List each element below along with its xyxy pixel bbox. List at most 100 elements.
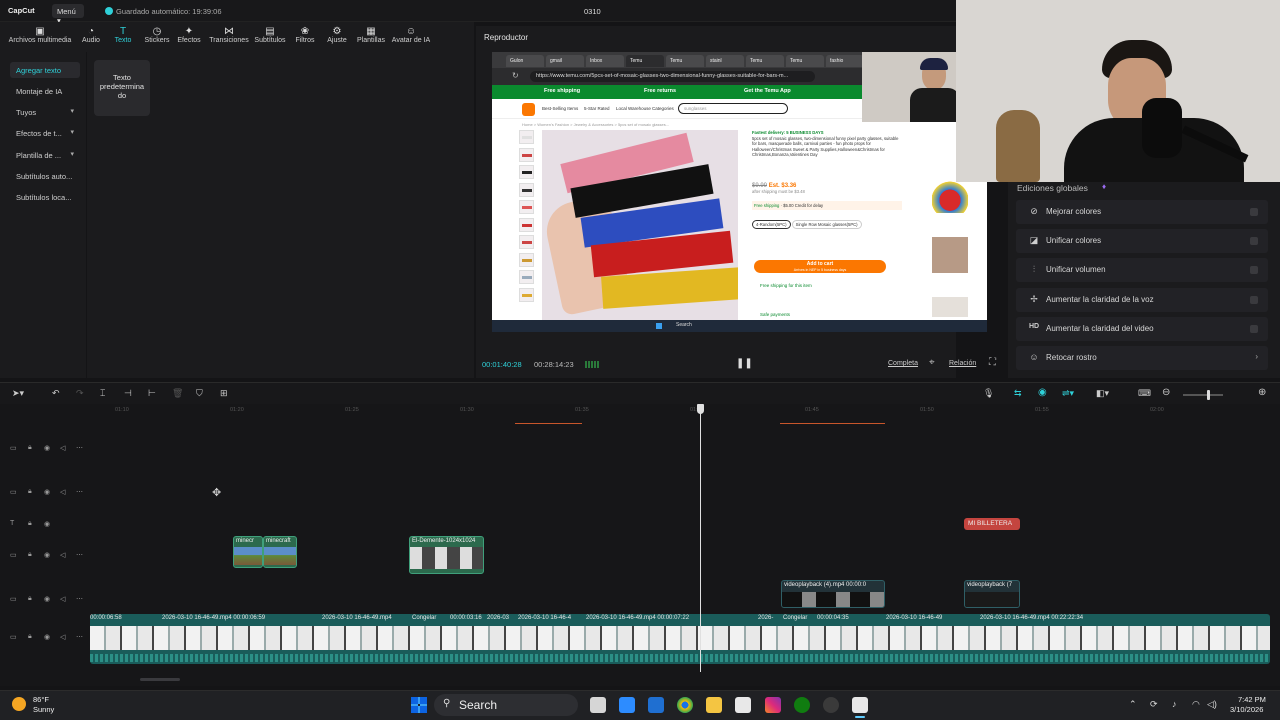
browser-tab[interactable]: fashio (826, 55, 864, 67)
toolbar-effects[interactable]: ✦ Efectos (172, 26, 206, 44)
shield-icon[interactable]: ⛉ (196, 388, 203, 399)
taskbar-search[interactable]: ⚲ Search (434, 694, 578, 716)
unify-volume-item[interactable]: ⫶ Unificar volumen (1016, 258, 1268, 282)
playhead[interactable] (700, 404, 701, 672)
product-thumbnail[interactable] (519, 287, 534, 302)
menu-button[interactable]: Menú ▾ (52, 4, 84, 25)
sidebar-item-local-subtitles[interactable]: Subtítulos loca... (10, 189, 80, 205)
wifi-icon[interactable]: ◠ (1192, 699, 1200, 710)
enhance-colors-item[interactable]: ⊘ Mejorar colores (1016, 200, 1268, 224)
speaker-icon[interactable]: ◁ (60, 595, 65, 603)
playhead-handle[interactable] (697, 404, 704, 414)
sidebar-item-text-effects[interactable]: Efectos de t... ▾ (10, 125, 80, 141)
weather-desc[interactable]: Sunny (33, 705, 54, 714)
toolbar-ai-avatar[interactable]: ☺ Avatar de IA (388, 26, 434, 44)
start-icon[interactable] (411, 697, 427, 713)
eye-icon[interactable]: ◉ (44, 633, 50, 641)
zoom-out-icon[interactable]: ⊖ (1162, 387, 1170, 398)
toolbar-audio[interactable]: ◔ Audio (72, 26, 110, 44)
zoom-in-icon[interactable]: ⊕ (1258, 387, 1266, 398)
lock-icon[interactable]: 🔒︎ (28, 520, 32, 528)
more-icon[interactable]: ⋯ (76, 551, 83, 559)
clip-videoplayback-7[interactable]: videoplayback (7 (964, 580, 1020, 608)
product-thumbnail[interactable] (519, 182, 534, 197)
crop-icon[interactable]: ⊞ (220, 388, 228, 399)
more-icon[interactable]: ⋯ (76, 633, 83, 641)
toolbar-stickers[interactable]: ◷ Stickers (138, 26, 176, 44)
browser-tab[interactable]: Temu (666, 55, 704, 67)
video-clarity-item[interactable]: HD Aumentar la claridad del video (1016, 317, 1268, 341)
toggle[interactable] (1250, 237, 1258, 245)
video-preview[interactable]: Gulon gmail Inbox Temu Temu stainl Temu Temu fas… (492, 52, 987, 332)
eye-icon[interactable]: ◉ (44, 488, 50, 496)
sidebar-item-add-text[interactable]: Agregar texto (10, 62, 80, 78)
undo-icon[interactable]: ↶ (52, 388, 60, 399)
lock-icon[interactable]: 🔒︎ (28, 488, 32, 496)
obs-icon[interactable] (823, 697, 839, 713)
caption-icon[interactable]: ⌨ (1138, 388, 1151, 399)
toolbar-filters[interactable]: ❀ Filtros (288, 26, 322, 44)
voice-clarity-item[interactable]: ✢ Aumentar la claridad de la voz (1016, 288, 1268, 312)
option-chip[interactable]: Single Row Mosaic glasses(5PC) (791, 219, 862, 229)
speaker-icon[interactable]: ◁ (60, 551, 65, 559)
browser-tab[interactable]: gmail (546, 55, 584, 67)
product-thumbnail[interactable] (519, 165, 534, 179)
trim-right-icon[interactable]: ⊢ (148, 388, 156, 399)
add-to-cart-button[interactable]: Add to cart Arrives in NEP in 5 business… (754, 260, 886, 273)
product-thumbnail[interactable] (519, 200, 534, 214)
unify-colors-item[interactable]: ◪ Unificar colores (1016, 229, 1268, 253)
toggle[interactable] (1250, 325, 1258, 333)
browser-tab[interactable]: Inbox (586, 55, 624, 67)
clip-el-demente[interactable]: El-Demente-1024x1024 (409, 536, 484, 574)
browser-tab[interactable]: Temu (626, 55, 664, 67)
file-explorer-icon[interactable] (706, 697, 722, 713)
cover-icon[interactable]: ▭ (10, 551, 17, 559)
browser-tab[interactable]: Temu (746, 55, 784, 67)
product-image[interactable] (542, 130, 738, 320)
product-thumbnail[interactable] (519, 252, 534, 267)
sidebar-item-text-templates[interactable]: Plantilla de ... ▾ (10, 147, 80, 163)
toggle[interactable] (1250, 208, 1258, 216)
url-field[interactable]: https://www.temu.com/5pcs-set-of-mosaic-… (530, 71, 815, 82)
sidebar-item-ai-montage[interactable]: Montaje de IA (10, 83, 80, 99)
preview-axis-icon[interactable]: ◧▾ (1096, 388, 1109, 399)
clock-date[interactable]: 3/10/2026 (1230, 705, 1263, 714)
toolbar-adjust[interactable]: ⚙ Ajuste (320, 26, 354, 44)
toggle[interactable] (1250, 266, 1258, 274)
cover-icon[interactable]: ▭ (10, 488, 17, 496)
aspect-ratio-button[interactable]: Relación (949, 360, 976, 367)
product-thumbnail[interactable] (519, 235, 534, 249)
more-icon[interactable]: ⋯ (76, 444, 83, 452)
magnet-icon[interactable]: ◉ (1038, 387, 1047, 398)
cover-icon[interactable]: ▭ (10, 444, 17, 452)
lock-icon[interactable]: 🔒︎ (28, 551, 32, 559)
zoom-slider[interactable] (1183, 390, 1223, 400)
timeline-scrollbar[interactable] (140, 678, 180, 681)
clip-videoplayback-4[interactable]: videoplayback (4).mp4 00:00:0 (781, 580, 885, 608)
speaker-icon[interactable]: ◁ (60, 444, 65, 452)
more-icon[interactable]: ⋯ (76, 595, 83, 603)
option-chip[interactable]: 4-Random(5PC) (752, 219, 791, 229)
browser-tab[interactable]: stainl (706, 55, 744, 67)
link-main-icon[interactable]: ⇆ (1014, 388, 1022, 399)
sync-icon[interactable]: ⟳ (1150, 699, 1158, 710)
chrome-icon[interactable] (677, 697, 693, 713)
default-text-card[interactable]: Texto predetermina do (94, 60, 150, 116)
lock-icon[interactable]: 🔒︎ (28, 595, 32, 603)
product-thumbnail[interactable] (519, 270, 534, 284)
lock-icon[interactable]: 🔒︎ (28, 633, 32, 641)
store-icon[interactable] (735, 697, 751, 713)
fullscreen-icon[interactable]: ⛶ (989, 357, 996, 368)
toolbar-templates[interactable]: ▦ Plantillas (352, 26, 390, 44)
trim-left-icon[interactable]: ⊣ (124, 388, 132, 399)
lock-icon[interactable]: 🔒︎ (28, 444, 32, 452)
zoom-app-icon[interactable] (619, 697, 635, 713)
cover-icon[interactable]: ▭ (10, 595, 17, 603)
task-view-icon[interactable] (590, 697, 606, 713)
temu-search-input[interactable]: sunglasses (678, 103, 788, 114)
audio-waveform[interactable] (515, 423, 582, 424)
mail-icon[interactable] (648, 697, 664, 713)
toolbar-subtitles[interactable]: ▤ Subtítulos (250, 26, 290, 44)
full-quality-button[interactable]: Completa (888, 360, 918, 367)
instagram-icon[interactable] (765, 697, 781, 713)
